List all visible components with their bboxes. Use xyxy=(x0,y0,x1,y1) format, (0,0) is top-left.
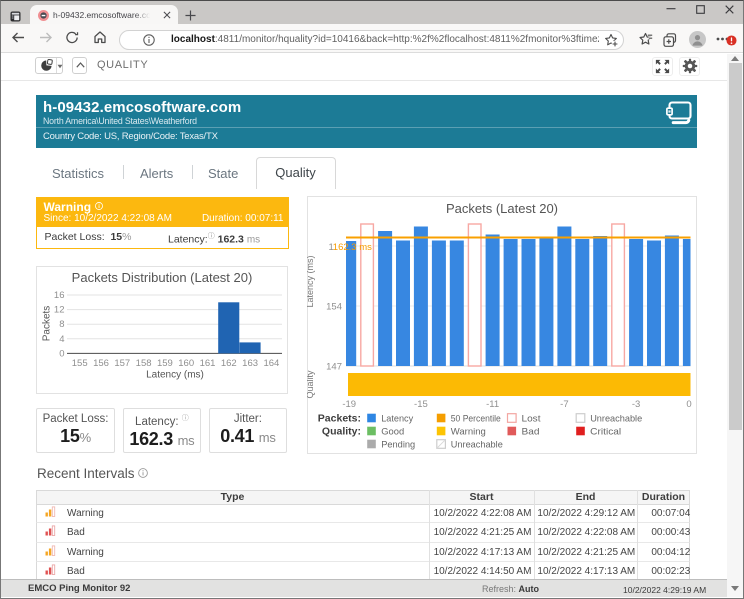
svg-text:162.3 ms: 162.3 ms xyxy=(333,242,372,253)
svg-text:Warning: Warning xyxy=(451,427,486,438)
svg-text:Pending: Pending xyxy=(381,440,415,451)
svg-text:Critical: Critical xyxy=(590,427,621,438)
svg-text:-3: -3 xyxy=(632,399,640,410)
svg-text:4: 4 xyxy=(59,334,64,345)
svg-text:Unreachable: Unreachable xyxy=(451,440,503,451)
svg-text:157: 157 xyxy=(114,358,130,369)
svg-text:156: 156 xyxy=(93,358,109,369)
svg-text:8: 8 xyxy=(59,319,64,330)
svg-text:50 Percentile: 50 Percentile xyxy=(451,414,501,425)
svg-text:-19: -19 xyxy=(342,399,356,410)
svg-text:Latency: Latency xyxy=(381,414,413,425)
svg-text:Packets Distribution (Latest 2: Packets Distribution (Latest 20) xyxy=(72,270,253,285)
svg-text:0: 0 xyxy=(686,399,691,410)
svg-text:147: 147 xyxy=(326,362,342,373)
svg-text:164: 164 xyxy=(263,358,279,369)
svg-text:Quality:: Quality: xyxy=(322,426,361,438)
svg-text:Bad: Bad xyxy=(522,427,540,438)
svg-text:163: 163 xyxy=(242,358,258,369)
svg-text:Latency (ms): Latency (ms) xyxy=(146,370,204,381)
svg-text:158: 158 xyxy=(136,358,152,369)
svg-text:0: 0 xyxy=(59,348,64,359)
svg-text:-11: -11 xyxy=(486,399,499,410)
svg-text:160: 160 xyxy=(178,358,194,369)
svg-text:-7: -7 xyxy=(560,399,568,410)
svg-text:-15: -15 xyxy=(414,399,428,410)
svg-text:Lost: Lost xyxy=(522,414,541,425)
svg-text:155: 155 xyxy=(72,358,88,369)
svg-text:16: 16 xyxy=(54,290,65,301)
svg-text:Quality: Quality xyxy=(307,370,315,399)
svg-text:162: 162 xyxy=(221,358,237,369)
svg-text:Latency (ms): Latency (ms) xyxy=(307,255,315,307)
svg-text:Packets:: Packets: xyxy=(318,413,361,425)
svg-text:161: 161 xyxy=(200,358,216,369)
svg-text:154: 154 xyxy=(326,302,342,313)
svg-text:159: 159 xyxy=(157,358,173,369)
svg-text:Packets: Packets xyxy=(42,306,53,342)
svg-text:Good: Good xyxy=(381,427,404,438)
svg-text:12: 12 xyxy=(54,305,65,316)
svg-text:Packets (Latest 20): Packets (Latest 20) xyxy=(446,201,558,216)
svg-text:Unreachable: Unreachable xyxy=(590,414,642,425)
